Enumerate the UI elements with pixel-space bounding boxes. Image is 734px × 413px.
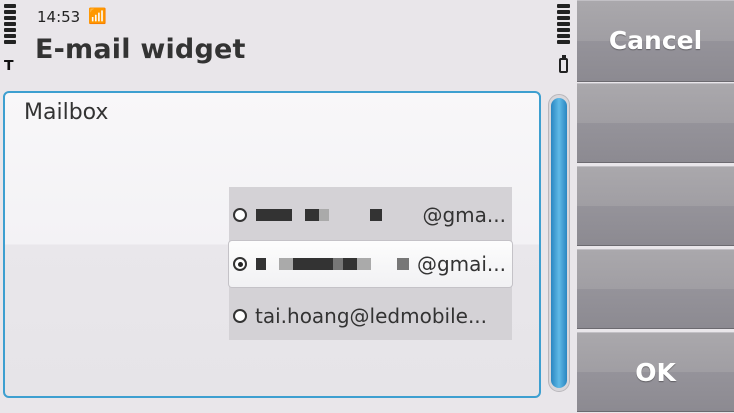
antenna-icon: 𝗧 [4,58,14,74]
battery-icon [559,55,568,73]
redacted-text-block [357,258,371,270]
mailbox-label: Mailbox [24,100,109,125]
redacted-text-block [319,209,329,221]
scrollbar-thumb[interactable] [551,98,567,388]
cancel-button[interactable]: Cancel [577,0,734,82]
gprs-icon: 📶 [88,7,107,25]
redacted-text-block [266,209,292,221]
redacted-text-block [370,209,382,221]
redacted-text-block [279,258,293,270]
radio-button-checked-icon[interactable] [233,257,247,271]
clock-time: 14:53 [37,8,81,26]
page-title: E-mail widget [35,34,246,65]
redacted-text-block [256,209,266,221]
mailbox-option-list: @gma... @gmai... tai.hoang@ledmobile... [229,187,512,340]
ok-button[interactable]: OK [577,332,734,412]
radio-button-unchecked-icon[interactable] [233,208,247,222]
softkey-blank-3[interactable] [577,249,734,329]
radio-button-unchecked-icon[interactable] [233,309,247,323]
mailbox-option-label: @gmai... [416,252,506,276]
mailbox-option-label: @gma... [422,203,506,227]
redacted-text-block [333,258,343,270]
battery-level-icon [557,4,570,46]
redacted-text-block [305,209,319,221]
redacted-text-block [397,258,409,270]
redacted-text-block [293,258,333,270]
softkey-blank-2[interactable] [577,166,734,246]
redacted-text-block [256,258,266,270]
softkey-bar: Cancel OK [577,0,734,412]
signal-strength-icon [4,4,16,46]
mailbox-option-3[interactable]: tai.hoang@ledmobile... [229,293,512,339]
mailbox-option-label: tai.hoang@ledmobile... [255,304,488,328]
softkey-blank-1[interactable] [577,83,734,163]
redacted-text-block [343,258,357,270]
mailbox-option-1[interactable]: @gma... [229,192,512,238]
mailbox-option-2[interactable]: @gmai... [229,241,512,287]
